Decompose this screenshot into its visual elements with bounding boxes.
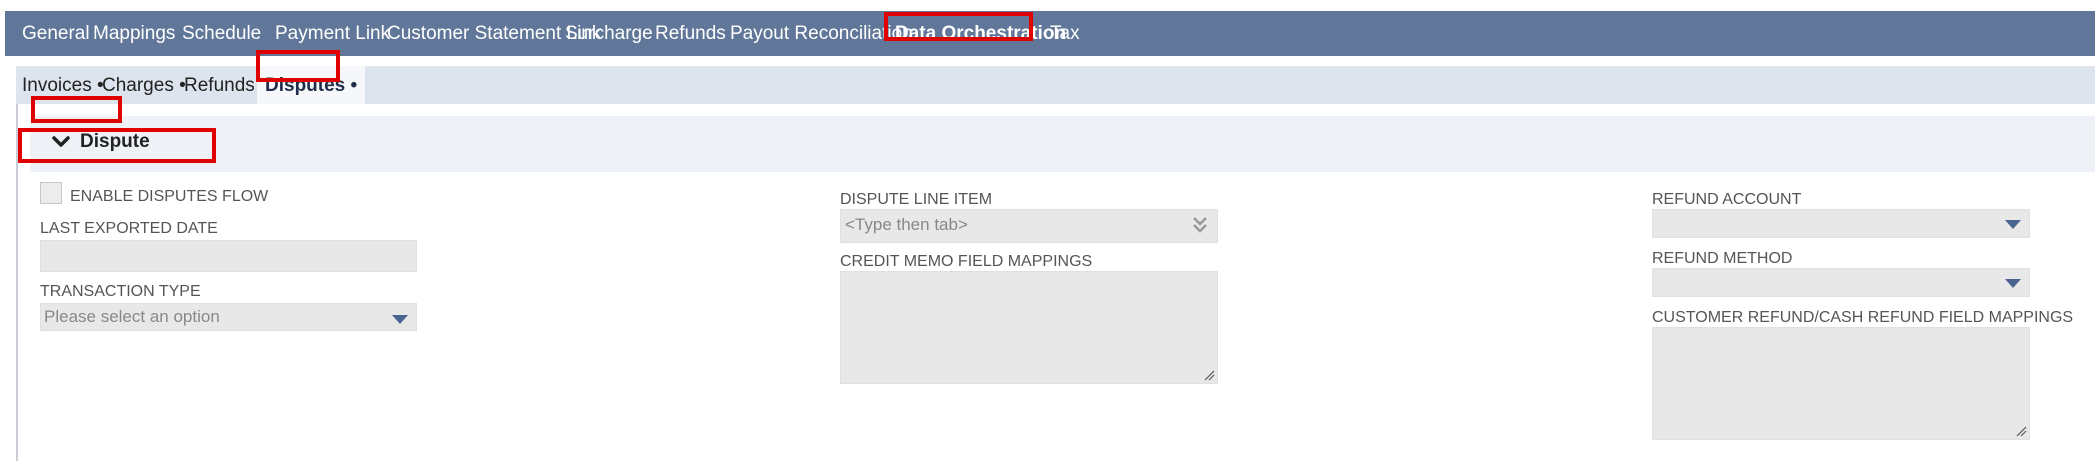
last-exported-date-label: LAST EXPORTED DATE (40, 220, 218, 237)
dropdown-arrow-icon[interactable] (2005, 279, 2021, 288)
subtab-charges[interactable]: Charges • (102, 66, 186, 104)
chevron-down-icon[interactable] (50, 130, 72, 154)
subtab-refunds[interactable]: Refunds • (184, 66, 267, 104)
dropdown-arrow-icon[interactable] (2005, 220, 2021, 229)
double-chevron-down-icon[interactable] (1192, 215, 1208, 235)
dispute-section-header[interactable] (30, 116, 2095, 172)
enable-disputes-checkbox[interactable] (40, 182, 62, 204)
refund-method-select[interactable] (1652, 268, 2030, 297)
resize-grip-icon[interactable] (2015, 425, 2027, 437)
dispute-line-item-label: DISPUTE LINE ITEM (840, 191, 993, 208)
section-title[interactable]: Dispute (80, 131, 150, 153)
tab-schedule[interactable]: Schedule (182, 11, 261, 56)
refund-method-label: REFUND METHOD (1652, 250, 1793, 267)
dispute-line-item-placeholder: <Type then tab> (845, 215, 968, 234)
credit-memo-mappings-textarea[interactable] (840, 271, 1218, 384)
subtab-disputes[interactable]: Disputes • (257, 66, 366, 104)
last-exported-date-field[interactable] (40, 240, 417, 272)
refund-account-select[interactable] (1652, 209, 2030, 238)
subtab-invoices[interactable]: Invoices • (22, 66, 104, 104)
top-nav: General Mappings Schedule Payment Link C… (5, 11, 2095, 56)
tab-payout-reconciliation[interactable]: Payout Reconciliation (730, 11, 913, 56)
tab-general[interactable]: General (22, 11, 90, 56)
transaction-type-label: TRANSACTION TYPE (40, 283, 201, 300)
dropdown-arrow-icon[interactable] (392, 315, 408, 324)
refund-account-label: REFUND ACCOUNT (1652, 191, 1802, 208)
tab-data-orchestration[interactable]: Data Orchestration (895, 11, 1066, 56)
sub-nav: Invoices • Charges • Refunds • Disputes … (16, 66, 2095, 104)
tab-surcharge[interactable]: Surcharge (565, 11, 653, 56)
resize-grip-icon[interactable] (1203, 369, 1215, 381)
tab-refunds[interactable]: Refunds (655, 11, 726, 56)
customer-refund-mappings-textarea[interactable] (1652, 327, 2030, 440)
customer-refund-mappings-label: CUSTOMER REFUND/CASH REFUND FIELD MAPPIN… (1652, 309, 2074, 326)
enable-disputes-label: ENABLE DISPUTES FLOW (70, 188, 269, 205)
transaction-type-placeholder: Please select an option (44, 307, 220, 326)
left-divider (16, 104, 18, 461)
tab-tax[interactable]: Tax (1050, 11, 1080, 56)
credit-memo-mappings-label: CREDIT MEMO FIELD MAPPINGS (840, 253, 1093, 270)
tab-payment-link[interactable]: Payment Link (275, 11, 390, 56)
tab-mappings[interactable]: Mappings (93, 11, 175, 56)
